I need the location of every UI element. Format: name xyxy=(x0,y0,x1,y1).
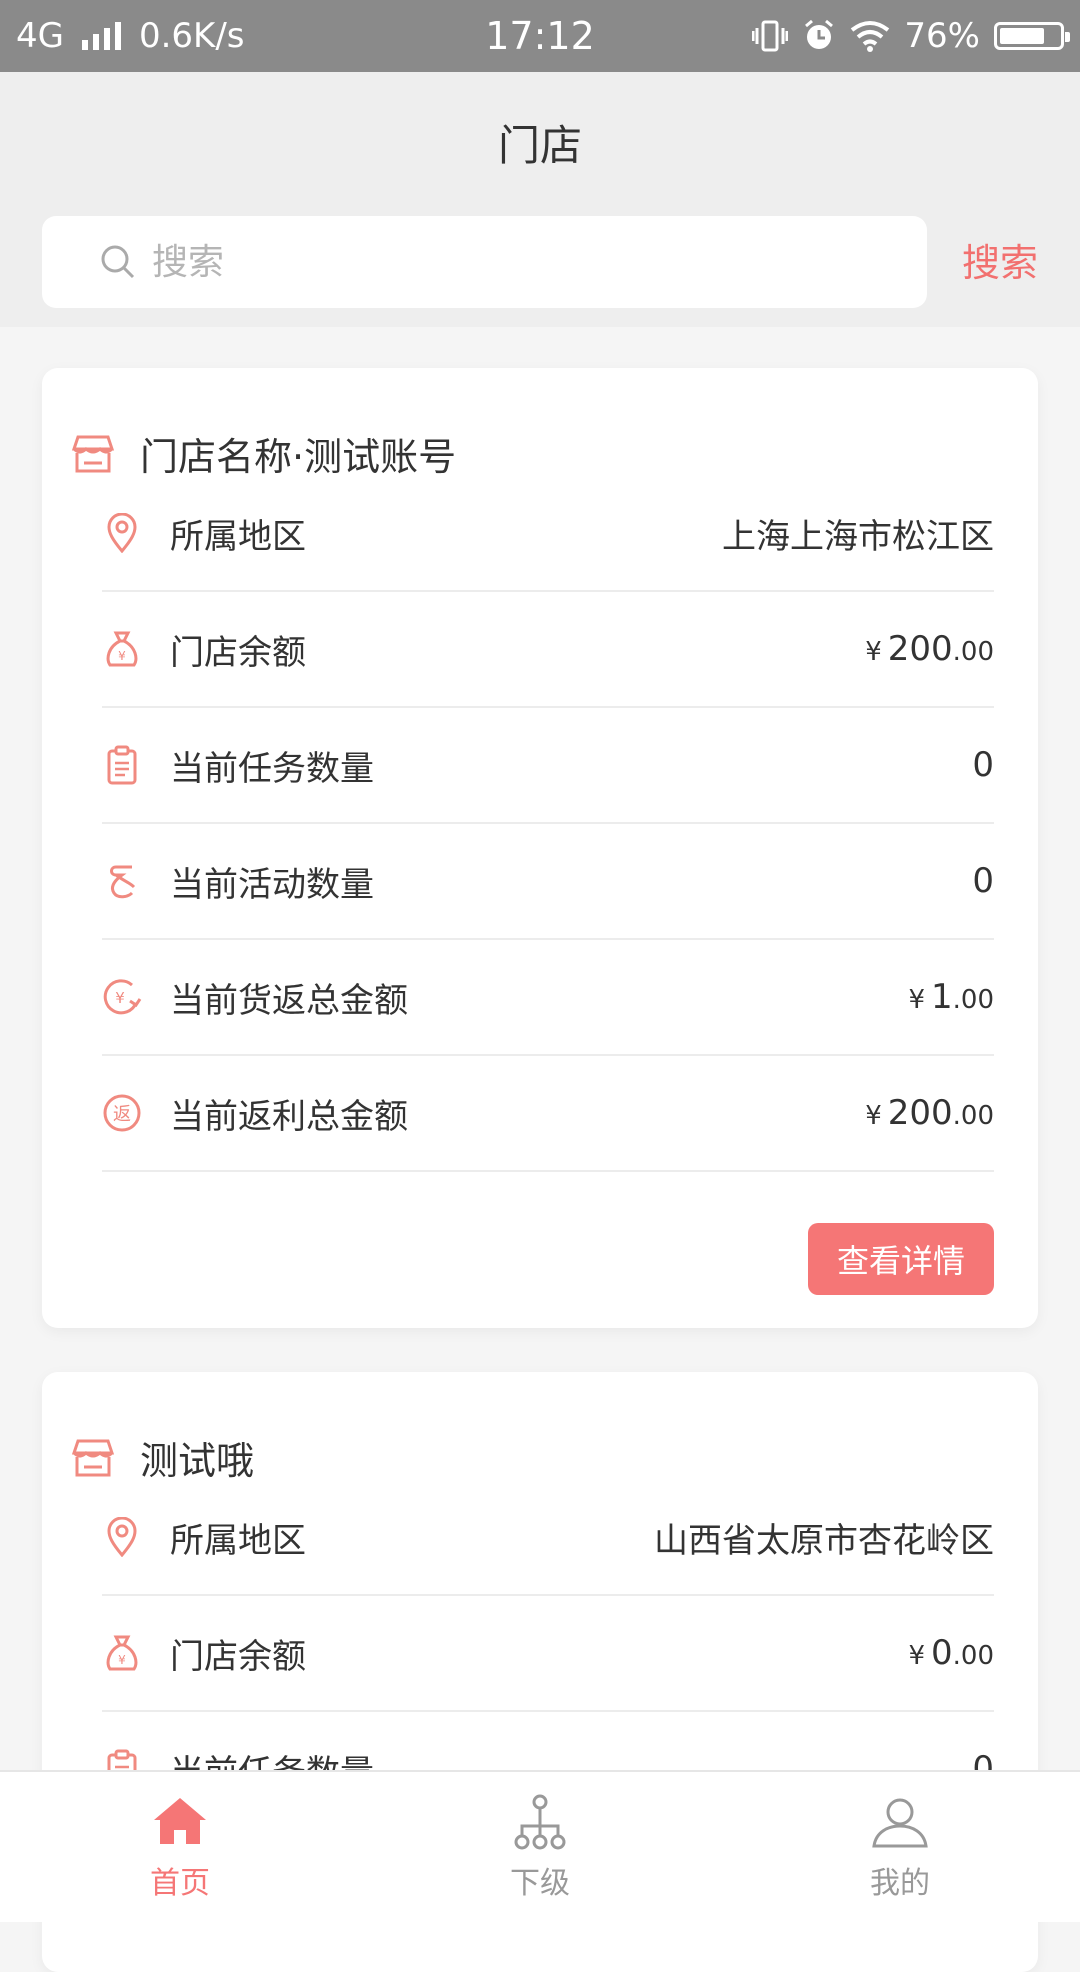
tab-label: 我的 xyxy=(870,1866,930,1901)
list-item: 所属地区 山西省太原市杏花岭区 xyxy=(102,1480,994,1596)
row-value: 山西省太原市杏花岭区 xyxy=(654,1520,994,1561)
list-item: 当前活动数量 0 xyxy=(102,824,994,940)
amount-decimal: .00 xyxy=(952,1641,994,1671)
row-value: 0 xyxy=(972,745,994,785)
vibrate-icon xyxy=(752,20,789,52)
clipboard-icon xyxy=(107,745,137,785)
currency-symbol: ¥ xyxy=(908,1641,925,1671)
store-name: 测试哦 xyxy=(140,1439,255,1483)
currency-symbol: ¥ xyxy=(908,985,925,1015)
amount-decimal: .00 xyxy=(952,985,994,1015)
row-label: 当前返利总金额 xyxy=(170,1096,408,1137)
store-name: 门店名称·测试账号 xyxy=(140,435,457,479)
activity-icon xyxy=(110,865,136,899)
store-title: 测试哦 xyxy=(70,1430,254,1485)
search-box[interactable] xyxy=(42,216,927,308)
svg-text:¥: ¥ xyxy=(118,1653,126,1667)
bottom-tab-bar: 首页 下级 我的 xyxy=(0,1770,1080,1922)
row-label: 门店余额 xyxy=(170,632,306,673)
battery-percent: 76% xyxy=(904,16,980,56)
list-item: ¥ 门店余额 ¥200.00 xyxy=(102,592,994,708)
svg-text:¥: ¥ xyxy=(118,649,126,663)
list-item: ¥ 门店余额 ¥0.00 xyxy=(102,1596,994,1712)
view-details-button[interactable]: 查看详情 xyxy=(808,1223,994,1295)
tab-label: 下级 xyxy=(510,1866,570,1901)
page-title: 门店 xyxy=(497,121,582,170)
row-value: 0 xyxy=(972,861,994,901)
list-item: 返 当前返利总金额 ¥200.00 xyxy=(102,1056,994,1172)
row-label: 门店余额 xyxy=(170,1636,306,1677)
row-label: 所属地区 xyxy=(170,1520,306,1561)
refund-icon: ¥ xyxy=(103,979,142,1015)
list-item: 所属地区 上海上海市松江区 xyxy=(102,476,994,592)
currency-symbol: ¥ xyxy=(865,637,882,667)
row-label: 当前任务数量 xyxy=(170,748,374,789)
row-value: ¥200.00 xyxy=(865,1093,994,1133)
search-input[interactable] xyxy=(150,240,854,284)
row-value: ¥200.00 xyxy=(865,629,994,669)
amount-integer: 200 xyxy=(887,1093,953,1133)
store-card: 门店名称·测试账号 所属地区 上海上海市松江区 ¥ 门店余额 ¥200.00 当… xyxy=(42,368,1038,1328)
amount-integer: 200 xyxy=(887,629,953,669)
currency-symbol: ¥ xyxy=(865,1101,882,1131)
tab-label: 首页 xyxy=(150,1866,210,1901)
store-icon xyxy=(71,435,115,472)
alarm-icon xyxy=(805,19,834,49)
tab-subordinate[interactable]: 下级 xyxy=(360,1772,720,1922)
wifi-icon xyxy=(851,21,890,52)
search-icon xyxy=(101,245,135,279)
amount-integer: 1 xyxy=(931,977,953,1017)
home-icon xyxy=(154,1798,206,1844)
user-icon xyxy=(872,1798,928,1848)
location-icon xyxy=(107,1517,137,1557)
row-label: 当前货返总金额 xyxy=(170,980,408,1021)
tab-home[interactable]: 首页 xyxy=(0,1772,360,1922)
search-button[interactable]: 搜索 xyxy=(962,232,1038,287)
svg-text:¥: ¥ xyxy=(115,989,125,1007)
header: 门店 搜索 xyxy=(0,72,1080,327)
amount-decimal: .00 xyxy=(952,637,994,667)
amount-integer: 0 xyxy=(931,1633,953,1673)
row-value: ¥0.00 xyxy=(908,1633,994,1673)
hierarchy-icon xyxy=(514,1794,566,1850)
store-title: 门店名称·测试账号 xyxy=(70,426,456,481)
rebate-icon: 返 xyxy=(103,1094,141,1132)
row-label: 当前活动数量 xyxy=(170,864,374,905)
money-bag-icon: ¥ xyxy=(106,631,138,667)
money-bag-icon: ¥ xyxy=(106,1635,138,1671)
tab-mine[interactable]: 我的 xyxy=(720,1772,1080,1922)
list-item: ¥ 当前货返总金额 ¥1.00 xyxy=(102,940,994,1056)
store-icon xyxy=(71,1439,115,1476)
status-bar: 4G 0.6K/s 17:12 76% xyxy=(0,0,1080,72)
row-value: 上海上海市松江区 xyxy=(722,516,994,557)
svg-text:返: 返 xyxy=(113,1104,131,1125)
location-icon xyxy=(107,513,137,553)
row-value: ¥1.00 xyxy=(908,977,994,1017)
list-item: 当前任务数量 0 xyxy=(102,708,994,824)
battery-icon xyxy=(994,22,1070,50)
row-label: 所属地区 xyxy=(170,516,306,557)
amount-decimal: .00 xyxy=(952,1101,994,1131)
